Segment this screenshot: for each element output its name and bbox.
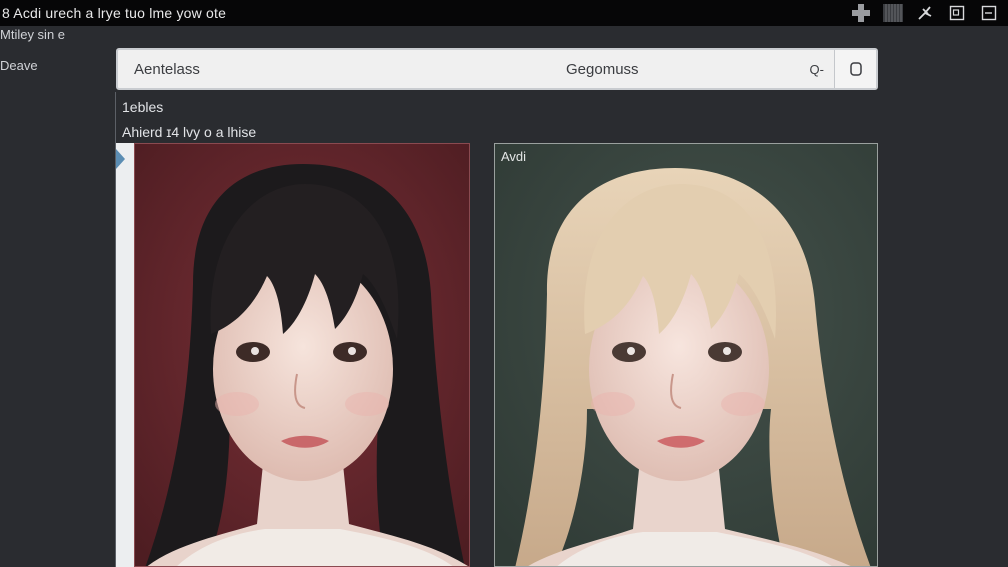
content-subheading: Ahierd ɪ4 lvy o a lhise	[122, 124, 257, 140]
search-icon[interactable]: Q-	[810, 62, 824, 77]
search-center-value: Gegomuss	[566, 60, 639, 78]
content-heading: 1ebles	[122, 99, 164, 115]
title-bar: 8 Acdi urech a lrye tuo lme yow ote	[0, 0, 1008, 26]
sidebar-label-1[interactable]: Mtiley sin e	[0, 27, 65, 42]
window-title: 8 Acdi urech a lrye tuo lme yow ote	[2, 5, 227, 21]
toolbar	[850, 2, 1000, 24]
portrait-image-1	[135, 144, 469, 566]
window-icon[interactable]	[978, 2, 1000, 24]
search-left-value: Aentelass	[134, 60, 200, 78]
search-bar: Aentelass Gegomuss Q-	[116, 48, 878, 90]
square-icon	[849, 62, 862, 76]
pin-icon[interactable]	[914, 2, 936, 24]
sidebar-label-2[interactable]: Deave	[0, 58, 38, 73]
image-panel-1[interactable]	[134, 143, 470, 567]
portrait-image-2	[495, 144, 877, 566]
search-button[interactable]	[834, 50, 876, 88]
panel-icon[interactable]	[946, 2, 968, 24]
selection-strip[interactable]	[116, 143, 134, 567]
search-input[interactable]: Aentelass Gegomuss Q-	[118, 50, 834, 88]
grid-icon[interactable]	[882, 2, 904, 24]
image-panel-2[interactable]: Avdi	[494, 143, 878, 567]
plus-icon[interactable]	[850, 2, 872, 24]
panel-caption-2: Avdi	[501, 149, 527, 164]
selection-marker-icon	[116, 149, 125, 169]
